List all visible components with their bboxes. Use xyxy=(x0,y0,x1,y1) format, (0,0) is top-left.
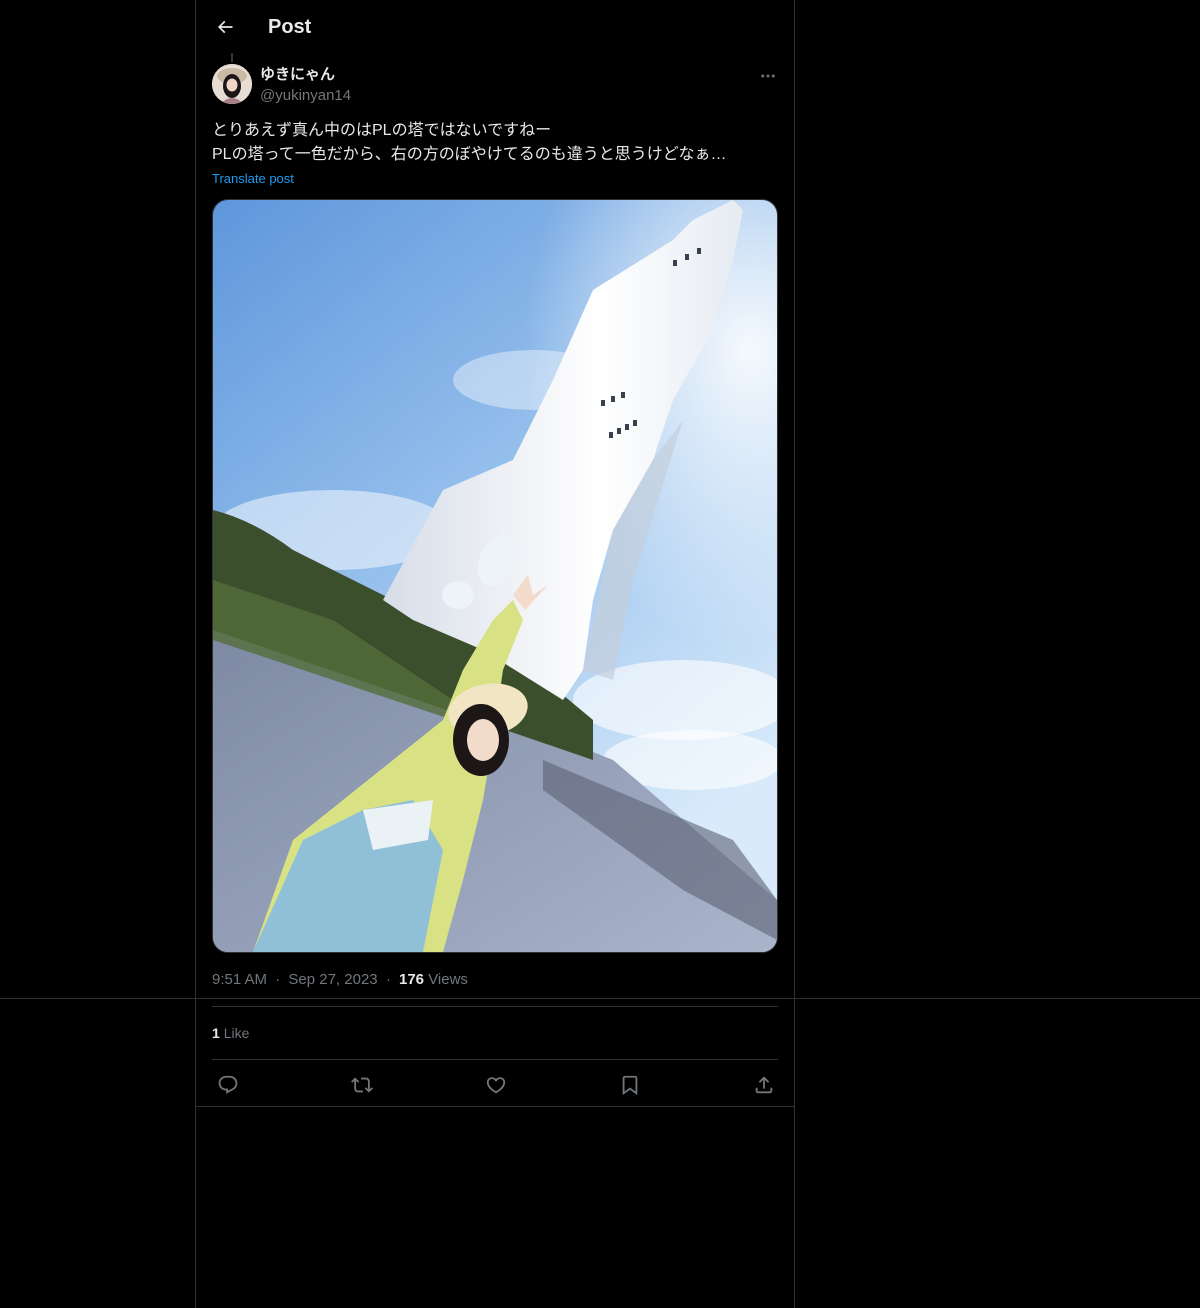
meta-separator: · xyxy=(385,971,391,988)
user-handle[interactable]: @yukinyan14 xyxy=(260,86,351,106)
bookmark-icon xyxy=(622,1075,638,1096)
share-button[interactable] xyxy=(747,1068,781,1102)
more-icon xyxy=(761,74,775,78)
meta-divider xyxy=(212,1006,778,1007)
thread-connector xyxy=(231,53,233,62)
post-time[interactable]: 9:51 AM xyxy=(212,971,267,988)
post-text: とりあえず真ん中のはPLの塔ではないですねー PLの塔って一色だから、右の方のぼ… xyxy=(212,119,778,167)
likes-summary[interactable]: 1 Like xyxy=(212,1023,249,1043)
back-button[interactable] xyxy=(208,10,242,44)
reply-icon xyxy=(218,1075,238,1094)
arrow-left-icon xyxy=(217,20,233,34)
like-icon xyxy=(486,1077,506,1094)
more-options-button[interactable] xyxy=(754,62,782,90)
page-title: Post xyxy=(268,16,312,38)
page: Post ゆきにゃん @yukinyan14 とりあえず真ん中のはPLの塔ではな… xyxy=(0,0,1200,1308)
display-name[interactable]: ゆきにゃん xyxy=(260,65,335,85)
like-button[interactable] xyxy=(479,1068,513,1102)
views-label: Views xyxy=(428,971,468,988)
post-bottom-border xyxy=(196,1106,794,1107)
likes-label: Like xyxy=(223,1025,250,1041)
avatar[interactable] xyxy=(212,64,252,104)
post-date[interactable]: Sep 27, 2023 xyxy=(288,971,377,988)
meta-separator: · xyxy=(275,971,281,988)
bookmark-button[interactable] xyxy=(613,1068,647,1102)
views-count: 176 xyxy=(398,971,425,988)
translate-post-link[interactable]: Translate post xyxy=(212,170,294,188)
action-bar xyxy=(196,1060,794,1106)
reply-button[interactable] xyxy=(211,1068,245,1102)
post-meta: 9:51 AM · Sep 27, 2023 · 176 Views xyxy=(212,970,468,990)
post-image[interactable] xyxy=(212,199,778,953)
post-header: Post xyxy=(196,0,794,53)
main-column: Post ゆきにゃん @yukinyan14 とりあえず真ん中のはPLの塔ではな… xyxy=(195,0,795,1308)
repost-button[interactable] xyxy=(345,1068,379,1102)
likes-count: 1 xyxy=(212,1025,220,1041)
share-icon xyxy=(755,1076,773,1094)
repost-icon xyxy=(351,1077,373,1093)
post-text-line: とりあえず真ん中のはPLの塔ではないですねー xyxy=(212,122,552,139)
post-text-line: PLの塔って一色だから、右の方のぼやけてるのも違うと思うけどなぁ… xyxy=(212,146,727,163)
